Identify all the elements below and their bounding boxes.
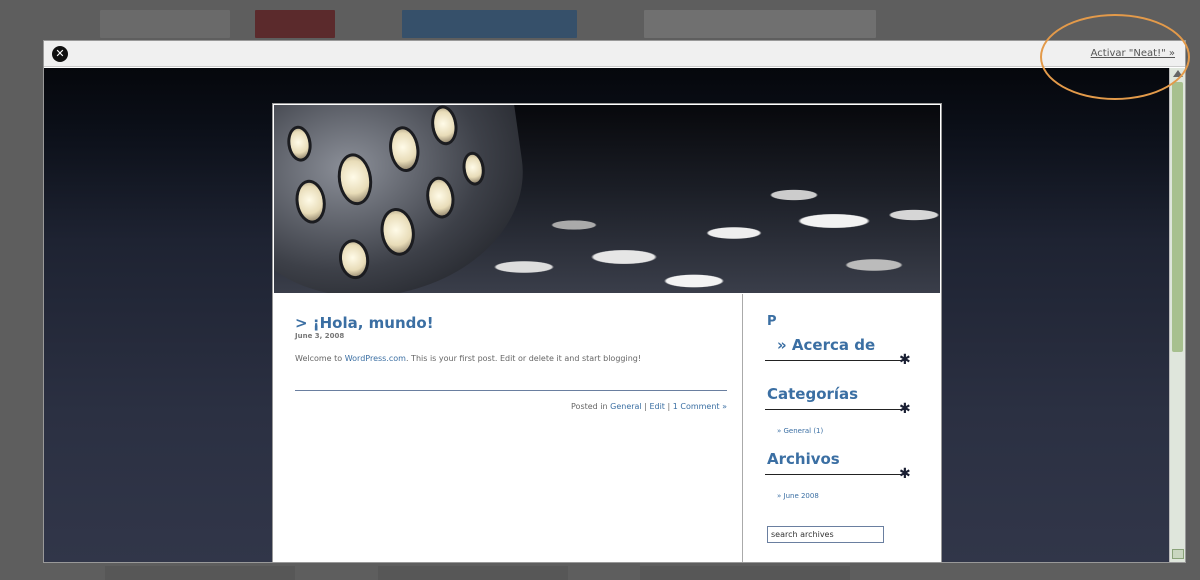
edit-link[interactable]: Edit xyxy=(649,402,665,411)
sidebar-rule xyxy=(765,474,905,475)
scroll-up-icon[interactable] xyxy=(1173,70,1183,77)
sidebar-archives-heading: Archivos xyxy=(767,450,840,468)
post-body-text: Welcome to xyxy=(295,354,345,363)
wordpress-link[interactable]: WordPress.com xyxy=(345,354,406,363)
post-body-text: . This is your first post. Edit or delet… xyxy=(405,354,642,363)
background-text xyxy=(105,566,295,580)
vase-hole xyxy=(334,151,376,208)
post-meta: Posted in General | Edit | 1 Comment » xyxy=(571,402,727,411)
sidebar-category-item[interactable]: » General (1) xyxy=(777,427,823,435)
theme-preview-viewport: > ¡Hola, mundo! June 3, 2008 Welcome to … xyxy=(44,68,1170,562)
search-input[interactable]: search archives xyxy=(767,526,884,543)
vase-hole xyxy=(386,124,423,174)
scrollbar-thumb[interactable] xyxy=(1172,82,1183,352)
vase-hole xyxy=(423,174,458,221)
sidebar-pages-label: P xyxy=(767,314,777,329)
vase-hole xyxy=(428,105,460,147)
background-theme-thumbnail xyxy=(644,10,876,38)
post-body: Welcome to WordPress.com. This is your f… xyxy=(295,353,735,365)
blog-header-image xyxy=(274,105,940,293)
content-sidebar-divider xyxy=(742,294,743,562)
post-meta-label: Posted in xyxy=(571,402,611,411)
vase-hole xyxy=(292,177,329,226)
asterisk-icon: ✱ xyxy=(899,466,911,482)
blog-page: > ¡Hola, mundo! June 3, 2008 Welcome to … xyxy=(272,103,942,562)
meta-separator: | xyxy=(664,402,673,411)
asterisk-icon: ✱ xyxy=(899,352,911,368)
sidebar-categories-heading: Categorías xyxy=(767,385,859,403)
header-vase-graphic xyxy=(274,105,538,293)
post-divider xyxy=(295,390,727,391)
close-icon[interactable]: ✕ xyxy=(52,46,68,62)
vase-hole xyxy=(377,205,418,258)
background-theme-thumbnail xyxy=(402,10,577,38)
activate-theme-link[interactable]: Activar "Neat!" » xyxy=(1091,48,1175,59)
sidebar-archive-item[interactable]: » June 2008 xyxy=(777,492,819,500)
asterisk-icon: ✱ xyxy=(899,401,911,417)
vase-hole xyxy=(285,124,314,164)
background-text xyxy=(640,566,850,580)
background-theme-thumbnail xyxy=(255,10,335,38)
sidebar-rule xyxy=(765,409,905,410)
post-date: June 3, 2008 xyxy=(295,332,345,340)
preview-scrollbar[interactable] xyxy=(1169,68,1185,562)
sidebar-rule xyxy=(765,360,905,361)
theme-preview-modal: ✕ Activar "Neat!" » > ¡Hola, mundo! June… xyxy=(43,40,1186,563)
scroll-down-button[interactable] xyxy=(1172,549,1184,559)
category-link[interactable]: General xyxy=(610,402,642,411)
modal-toolbar: ✕ Activar "Neat!" » xyxy=(44,41,1185,67)
vase-hole xyxy=(460,150,487,188)
background-text xyxy=(378,566,568,580)
comments-link[interactable]: 1 Comment » xyxy=(673,402,727,411)
vase-hole xyxy=(336,237,372,282)
sidebar-page-link-about[interactable]: » Acerca de xyxy=(777,336,875,354)
post-title[interactable]: > ¡Hola, mundo! xyxy=(295,314,434,332)
background-theme-thumbnail xyxy=(100,10,230,38)
